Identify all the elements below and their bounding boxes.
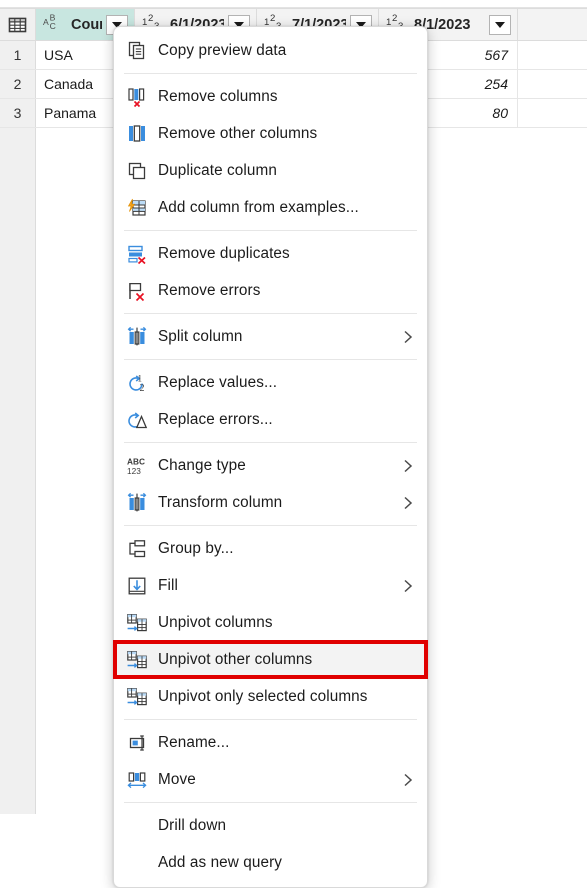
column-header-label: Country (71, 17, 102, 33)
menu-item-group-by[interactable]: Group by... (114, 530, 427, 567)
unpivot-columns-icon (123, 611, 151, 635)
unpivot-other-columns-icon (123, 648, 151, 672)
menu-item-label: Move (158, 771, 400, 789)
menu-item-add-as-new-query[interactable]: Add as new query (114, 844, 427, 881)
menu-item-unpivot-other-columns[interactable]: Unpivot other columns (114, 641, 427, 678)
menu-item-unpivot-columns[interactable]: Unpivot columns (114, 604, 427, 641)
menu-item-label: Replace errors... (158, 411, 419, 429)
menu-item-remove-errors[interactable]: Remove errors (114, 272, 427, 309)
move-icon (123, 768, 151, 792)
column-context-menu[interactable]: Copy preview data Remove columns Remove ot… (113, 26, 428, 888)
menu-separator (124, 313, 417, 314)
menu-item-label: Rename... (158, 734, 419, 752)
unpivot-only-selected-columns-icon (123, 685, 151, 709)
menu-item-split-column[interactable]: Split column (114, 318, 427, 355)
rename-icon (123, 731, 151, 755)
menu-item-unpivot-only-selected-columns[interactable]: Unpivot only selected columns (114, 678, 427, 715)
menu-item-label: Unpivot other columns (158, 651, 419, 669)
menu-item-label: Remove other columns (158, 125, 419, 143)
column-filter-dropdown-c8012023[interactable] (489, 15, 511, 35)
chevron-right-icon (400, 578, 416, 594)
svg-text:1: 1 (138, 373, 143, 383)
grid-empty-gutter (0, 128, 36, 814)
menu-separator (124, 442, 417, 443)
duplicate-column-icon (123, 159, 151, 183)
svg-text:2: 2 (148, 13, 153, 24)
menu-separator (124, 73, 417, 74)
change-type-icon: ABC123 (123, 454, 151, 478)
chevron-right-icon (400, 495, 416, 511)
menu-item-label: Replace values... (158, 374, 419, 392)
menu-item-label: Fill (158, 577, 400, 595)
table-icon (8, 17, 27, 33)
replace-values-icon: 12 (123, 371, 151, 395)
menu-item-label: Remove columns (158, 88, 419, 106)
menu-item-replace-errors[interactable]: Replace errors... (114, 401, 427, 438)
copy-icon (123, 39, 151, 63)
svg-text:123: 123 (127, 466, 141, 476)
menu-item-label: Add as new query (158, 854, 419, 872)
abc-text-type-icon: ABC (43, 12, 65, 32)
menu-item-label: Transform column (158, 494, 400, 512)
menu-item-label: Split column (158, 328, 400, 346)
remove-duplicates-icon (123, 242, 151, 266)
menu-item-rename[interactable]: Rename... (114, 724, 427, 761)
menu-item-label: Unpivot columns (158, 614, 419, 632)
menu-item-label: Unpivot only selected columns (158, 688, 419, 706)
menu-separator (124, 525, 417, 526)
menu-item-remove-other-columns[interactable]: Remove other columns (114, 115, 427, 152)
svg-text:ABC: ABC (127, 456, 145, 466)
svg-text:A: A (43, 17, 49, 27)
chevron-down-icon (495, 22, 505, 28)
transform-column-icon (123, 491, 151, 515)
svg-text:2: 2 (270, 13, 275, 24)
menu-item-label: Change type (158, 457, 400, 475)
menu-item-icon-placeholder (123, 814, 151, 838)
svg-text:2: 2 (392, 13, 397, 24)
chevron-right-icon (400, 772, 416, 788)
menu-item-icon-placeholder (123, 851, 151, 875)
chevron-right-icon (400, 458, 416, 474)
row-number[interactable]: 2 (0, 70, 36, 98)
split-column-icon (123, 325, 151, 349)
menu-item-label: Remove duplicates (158, 245, 419, 263)
menu-item-add-column-from-examples[interactable]: Add column from examples... (114, 189, 427, 226)
chevron-right-icon (400, 329, 416, 345)
remove-errors-icon (123, 279, 151, 303)
svg-text:C: C (50, 21, 56, 31)
remove-other-columns-icon (123, 122, 151, 146)
group-by-icon (123, 537, 151, 561)
menu-item-fill[interactable]: Fill (114, 567, 427, 604)
abc-text-type-icon: ABC (43, 12, 65, 37)
menu-item-label: Copy preview data (158, 42, 419, 60)
menu-item-copy-preview-data[interactable]: Copy preview data (114, 32, 427, 69)
remove-columns-icon (123, 85, 151, 109)
menu-item-drill-down[interactable]: Drill down (114, 807, 427, 844)
menu-item-replace-values[interactable]: 12 Replace values... (114, 364, 427, 401)
grid-top-strip (0, 0, 587, 8)
row-number[interactable]: 3 (0, 99, 36, 127)
menu-item-remove-duplicates[interactable]: Remove duplicates (114, 235, 427, 272)
menu-item-move[interactable]: Move (114, 761, 427, 798)
menu-item-label: Add column from examples... (158, 199, 419, 217)
menu-item-change-type[interactable]: ABC123 Change type (114, 447, 427, 484)
menu-separator (124, 719, 417, 720)
menu-item-label: Remove errors (158, 282, 419, 300)
menu-item-label: Drill down (158, 817, 419, 835)
menu-item-label: Duplicate column (158, 162, 419, 180)
menu-item-duplicate-column[interactable]: Duplicate column (114, 152, 427, 189)
add-column-from-examples-icon (123, 196, 151, 220)
fill-icon (123, 574, 151, 598)
menu-separator (124, 359, 417, 360)
menu-separator (124, 802, 417, 803)
svg-text:2: 2 (140, 383, 145, 394)
row-number[interactable]: 1 (0, 41, 36, 69)
grid-corner-select-all[interactable] (0, 9, 36, 40)
menu-separator (124, 230, 417, 231)
replace-errors-icon (123, 408, 151, 432)
menu-item-transform-column[interactable]: Transform column (114, 484, 427, 521)
menu-item-label: Group by... (158, 540, 419, 558)
menu-item-remove-columns[interactable]: Remove columns (114, 78, 427, 115)
